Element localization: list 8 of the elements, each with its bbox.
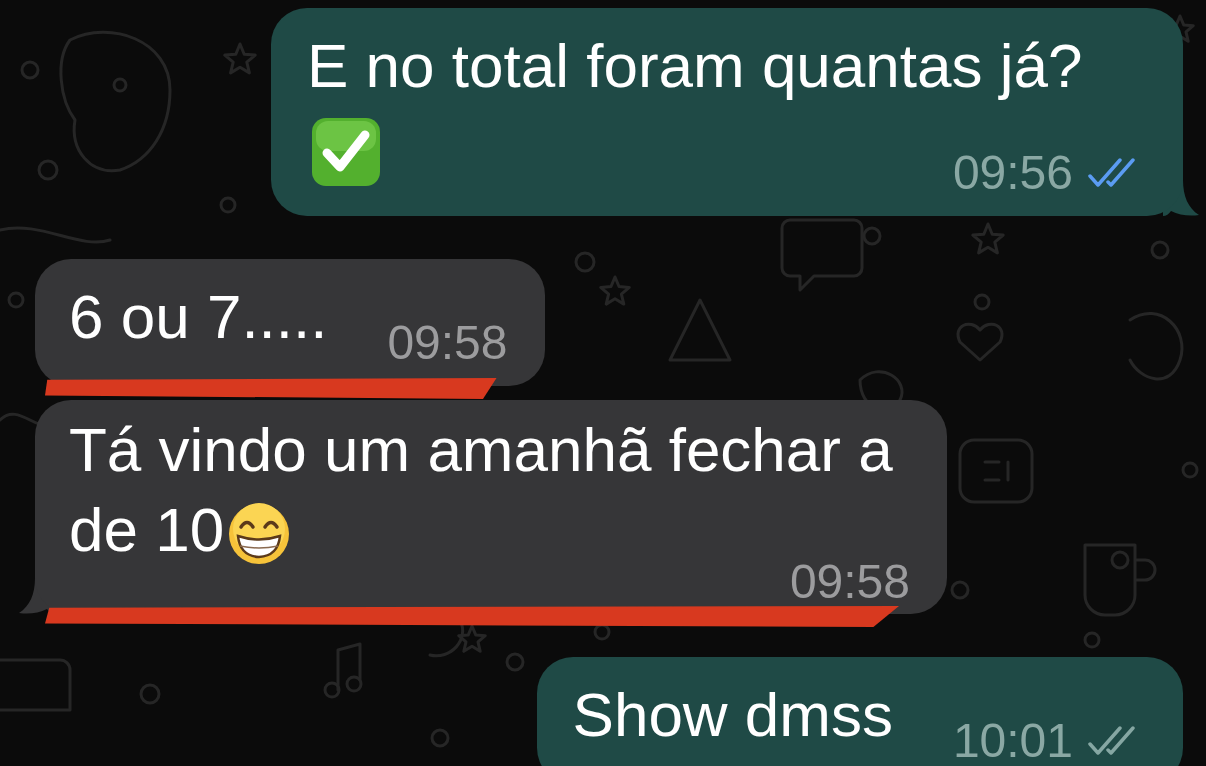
- message-text: Tá vindo um amanhã fechar a de 10: [69, 415, 893, 564]
- message-time: 09:56: [952, 155, 1073, 191]
- message-text: E no total foram quantas já?: [307, 31, 1083, 100]
- message-text: Show dmss: [572, 680, 893, 749]
- message-time: 10:01: [952, 723, 1073, 759]
- message-time: 09:58: [789, 564, 910, 600]
- message-text: 6 ou 7.....: [69, 282, 328, 351]
- message-time: 09:58: [387, 325, 508, 361]
